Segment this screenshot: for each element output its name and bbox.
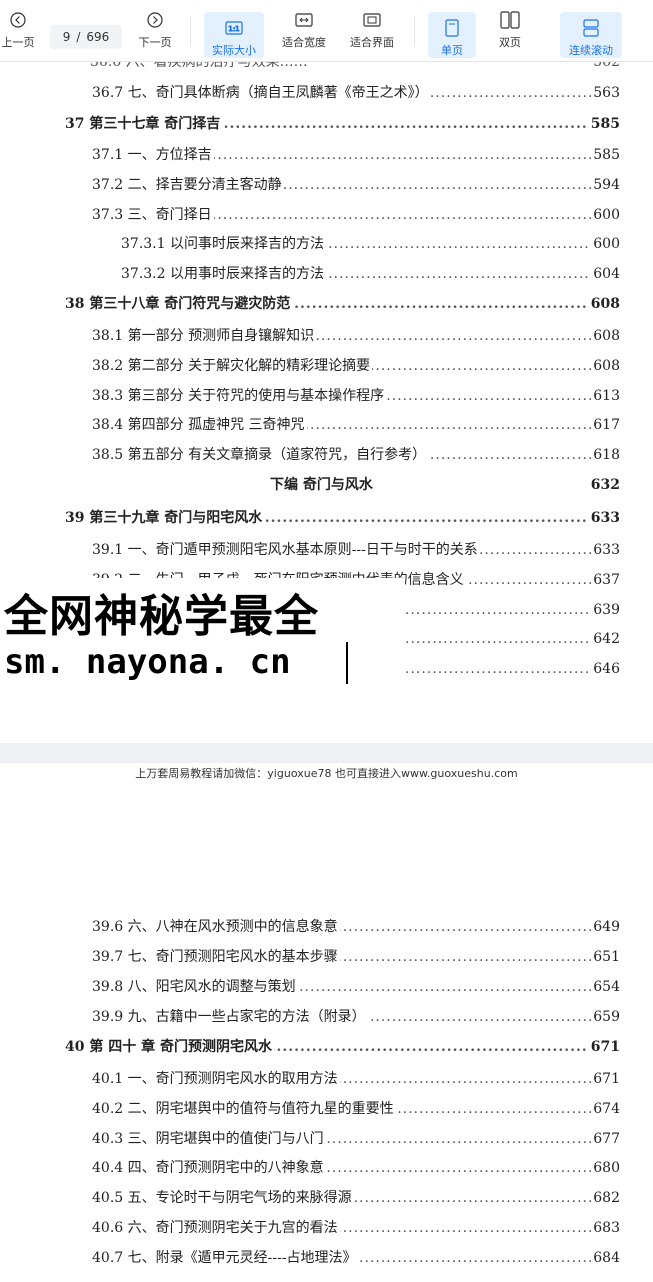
viewer-toolbar: 上一页 9 / 696 下一页 1:1 实际大小 适合宽度 适合界面 单页 双页… <box>0 0 653 62</box>
continuous-scroll-icon <box>583 18 599 38</box>
toc-entry[interactable]: 39.6 六、八神在风水预测中的信息象意....................… <box>0 915 653 939</box>
current-page: 9 <box>62 30 71 44</box>
single-page-icon <box>445 18 459 38</box>
actual-size-label: 实际大小 <box>212 44 256 57</box>
double-page-label: 双页 <box>499 36 521 49</box>
toc-chapter-entry[interactable]: 38 第三十八章 奇门符咒与避灾防范......................… <box>0 292 653 316</box>
single-page-label: 单页 <box>441 44 463 57</box>
chevron-right-circle-icon <box>147 10 163 30</box>
toc-entry[interactable]: 39.7 七、奇门预测阳宅风水的基本步骤....................… <box>0 945 653 969</box>
fit-page-label: 适合界面 <box>350 36 394 49</box>
toc-entry[interactable]: 40.4 四、奇门预测阴宅中的八神象意.....................… <box>0 1156 653 1180</box>
toc-entry[interactable]: 40.2 二、阴宅堪舆中的值符与值符九星的重要性................… <box>0 1097 653 1121</box>
toc-entry[interactable]: 36.7 七、奇门具体断病（摘自王凤麟著《帝王之术》）.............… <box>0 81 653 105</box>
text-caret <box>346 642 348 684</box>
toc-entry[interactable]: 37.3 三、奇门择日.............................… <box>0 203 653 227</box>
toc-entry[interactable]: 39.1 一、奇门遁甲预测阳宅风水基本原则---日干与时干的关系........… <box>0 538 653 562</box>
total-pages: 696 <box>86 30 110 44</box>
toc-entry[interactable]: 38.5 第五部分 有关文章摘录（道家符咒，自行参考）.............… <box>0 443 653 467</box>
fit-width-label: 适合宽度 <box>282 36 326 49</box>
continuous-scroll-label: 连续滚动 <box>569 44 613 57</box>
toc-entry[interactable]: 37.2 二、择吉要分清主客动静........................… <box>0 173 653 197</box>
continuous-scroll-button[interactable]: 连续滚动 <box>560 12 622 58</box>
prev-page-label: 上一页 <box>1 36 35 49</box>
actual-size-button[interactable]: 1:1 实际大小 <box>204 12 264 58</box>
fit-width-icon <box>295 10 313 30</box>
toc-entry[interactable]: 39.9 九、古籍中一些占家宅的方法（附录）..................… <box>0 1005 653 1029</box>
toc-entry[interactable]: 40.3 三、阴宅堪舆中的值使门与八门.....................… <box>0 1127 653 1151</box>
toc-entry[interactable]: 38.3 第三部分 关于符咒的使用与基本操作程序................… <box>0 384 653 408</box>
actual-size-icon: 1:1 <box>225 18 243 38</box>
toc-chapter-entry[interactable]: 37 第三十七章 奇门择吉...........................… <box>0 112 653 136</box>
toc-entry[interactable]: 37.3.2 以用事时辰来择吉的方法......................… <box>0 262 653 286</box>
toolbar-divider <box>414 16 415 46</box>
watermark-title: 全网神秘学最全 <box>4 591 319 642</box>
fit-width-button[interactable]: 适合宽度 <box>278 10 330 56</box>
toc-chapter-entry[interactable]: 39 第三十九章 奇门与阳宅风水........................… <box>0 506 653 530</box>
fit-page-button[interactable]: 适合界面 <box>346 10 398 56</box>
svg-text:1:1: 1:1 <box>228 25 239 33</box>
toc-entry[interactable]: 38.1 第一部分 预测师自身镶解知识.....................… <box>0 324 653 348</box>
toc-entry[interactable]: 37.1 一、方位择吉.............................… <box>0 143 653 167</box>
toc-entry[interactable]: 40.5 五、专论时干与阴宅气场的来脉得源...................… <box>0 1186 653 1210</box>
toc-part-entry[interactable]: 下编 奇门与风水 632 <box>0 473 653 497</box>
next-page-button[interactable]: 下一页 <box>135 10 175 56</box>
page-gap <box>0 743 653 763</box>
watermark-url: sm. nayona. cn <box>4 642 291 682</box>
single-page-button[interactable]: 单页 <box>428 12 476 58</box>
toc-entry[interactable]: 40.7 七、附录《遁甲元灵经----占地理法》................… <box>0 1246 653 1270</box>
toc-entry[interactable]: 40.6 六、奇门预测阴宅关于九宫的看法....................… <box>0 1216 653 1240</box>
toc-entry[interactable]: 40.1 一、奇门预测阴宅风水的取用方法....................… <box>0 1067 653 1091</box>
watermark-overlay: 全网神秘学最全 sm. nayona. cn <box>0 578 405 688</box>
document-page-2: 39.6 六、八神在风水预测中的信息象意....................… <box>0 780 653 1282</box>
page-number-input[interactable]: 9 / 696 <box>50 25 122 49</box>
fit-page-icon <box>363 10 381 30</box>
double-page-button[interactable]: 双页 <box>488 10 532 56</box>
next-page-label: 下一页 <box>138 36 172 49</box>
toolbar-divider <box>190 16 191 46</box>
toc-entry[interactable]: 38.2 第二部分 关于解灾化解的精彩理论摘要.................… <box>0 354 653 378</box>
page-header-note: 上万套周易教程请加微信：yiguoxue78 也可直接进入www.guoxues… <box>135 767 518 780</box>
double-page-icon <box>500 10 520 30</box>
toc-entry[interactable]: 38.4 第四部分 孤虚神咒 三奇神咒.....................… <box>0 413 653 437</box>
chevron-left-circle-icon <box>10 10 26 30</box>
toc-entry[interactable]: 39.8 八、阳宅风水的调整与策划.......................… <box>0 975 653 999</box>
prev-page-button[interactable]: 上一页 <box>0 10 36 56</box>
page-separator: / <box>76 30 81 44</box>
toc-chapter-entry[interactable]: 40 第 四十 章 奇门预测阴宅风水......................… <box>0 1035 653 1059</box>
toc-entry[interactable]: 37.3.1 以问事时辰来择吉的方法......................… <box>0 232 653 256</box>
